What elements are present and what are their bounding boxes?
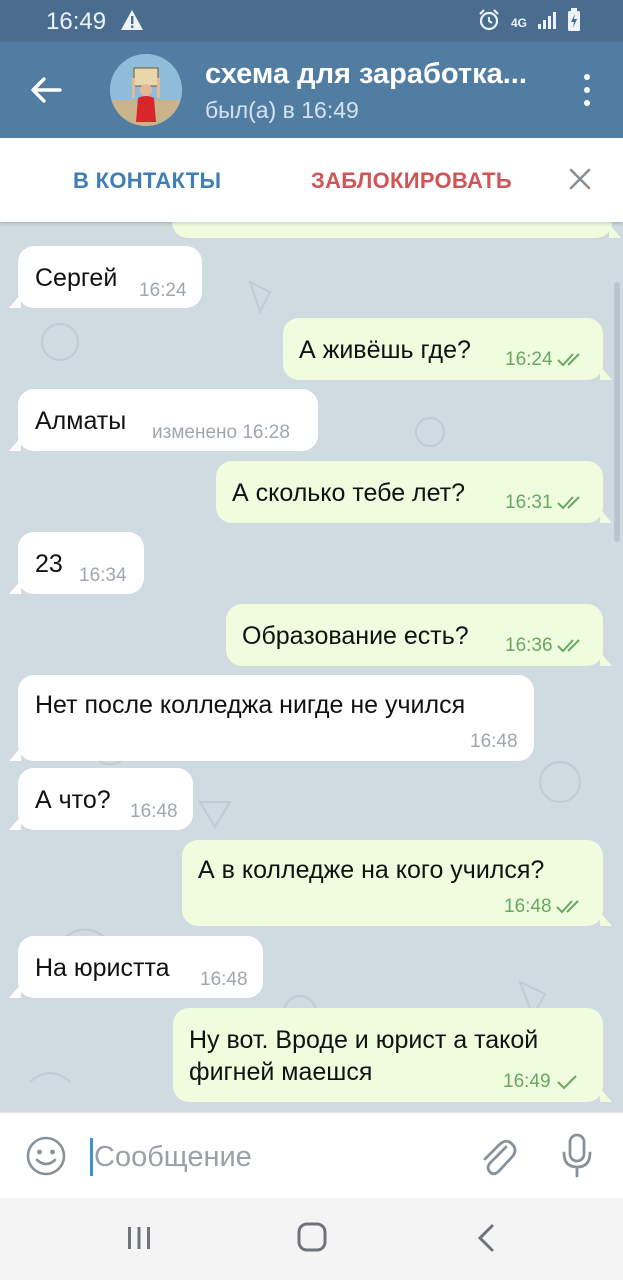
message-time: 16:31 — [505, 492, 587, 514]
message-outgoing[interactable]: А сколько тебе лет? 16:31 — [216, 461, 612, 523]
back-arrow-icon — [31, 77, 62, 103]
chat-title[interactable]: схема для заработка... — [205, 58, 545, 91]
message-text: Алматы — [35, 407, 127, 435]
nav-home-button[interactable] — [296, 1220, 328, 1254]
message-outgoing[interactable]: А живёшь где? 16:24 — [283, 318, 612, 380]
message-text: Сергей — [35, 264, 118, 292]
message-time: 16:36 — [505, 635, 587, 657]
text-cursor — [90, 1138, 93, 1176]
alarm-icon — [477, 8, 501, 37]
last-seen-status: был(а) в 16:49 — [205, 97, 359, 123]
double-check-icon — [556, 496, 580, 510]
single-check-icon — [556, 1075, 577, 1090]
more-vert-icon — [584, 74, 590, 80]
message-text-line-1: Ну вот. Вроде и юрист а такой — [189, 1026, 539, 1054]
block-button[interactable]: ЗАБЛОКИРОВАТЬ — [311, 168, 512, 194]
message-incoming[interactable]: На юристта 16:48 — [9, 936, 263, 998]
contact-action-bar: В КОНТАКТЫ ЗАБЛОКИРОВАТЬ — [0, 138, 623, 222]
message-input[interactable] — [94, 1137, 424, 1177]
nav-back-button[interactable] — [475, 1222, 497, 1254]
message-incoming[interactable]: Нет после колледжа нигде не учился 16:48 — [9, 675, 534, 761]
mic-icon — [562, 1133, 592, 1178]
mic-button[interactable] — [560, 1133, 594, 1179]
message-time: 16:48 — [130, 801, 178, 822]
message-outgoing[interactable]: Ну вот. Вроде и юрист а такой фигней мае… — [173, 1008, 612, 1102]
signal-icon — [537, 10, 557, 35]
message-text: А в колледже на кого учился? — [198, 856, 545, 884]
message-time: 16:24 — [505, 349, 587, 371]
nav-recent-icon — [128, 1227, 150, 1249]
message-time: изменено 16:28 — [152, 422, 290, 443]
message-incoming[interactable]: Сергей 16:24 — [9, 246, 202, 308]
message-outgoing[interactable]: А в колледже на кого учился? 16:48 — [182, 840, 612, 926]
avatar[interactable] — [110, 54, 182, 126]
double-check-icon — [556, 639, 580, 653]
network-type: 4G — [510, 15, 527, 30]
nav-recent-button[interactable] — [125, 1224, 153, 1252]
emoji-icon — [26, 1136, 66, 1176]
message-time: 16:48 — [470, 731, 518, 752]
emoji-button[interactable] — [25, 1135, 67, 1177]
message-time: 16:48 — [504, 896, 586, 918]
attach-button[interactable] — [478, 1135, 518, 1179]
close-icon[interactable] — [565, 164, 595, 194]
status-bar: 16:49 4G — [0, 0, 623, 42]
message-time: 16:49 — [503, 1071, 579, 1093]
scrollbar[interactable] — [614, 282, 620, 542]
more-menu-button[interactable] — [573, 70, 601, 110]
message-text: Нет после колледжа нигде не учился — [35, 691, 466, 719]
message-composer — [0, 1112, 623, 1198]
message-incoming[interactable]: Алматы изменено 16:28 — [9, 389, 318, 451]
system-nav-bar — [0, 1198, 623, 1280]
nav-back-icon — [477, 1224, 494, 1252]
message-outgoing[interactable]: Образование есть? 16:36 — [226, 604, 612, 666]
message-time: 16:34 — [79, 565, 127, 586]
message-text: А живёшь где? — [299, 336, 471, 364]
message-incoming[interactable]: А что? 16:48 — [9, 768, 193, 830]
attach-icon — [483, 1139, 517, 1176]
message-list[interactable]: Сергей 16:24 А живёшь где? 16:24 Алматы … — [0, 222, 623, 1112]
chat-header: схема для заработка... был(а) в 16:49 — [0, 42, 623, 138]
battery-icon — [567, 8, 581, 37]
message-outgoing-partial[interactable] — [172, 222, 621, 238]
nav-home-icon — [297, 1222, 327, 1252]
message-text: А что? — [35, 786, 111, 814]
back-button[interactable] — [24, 68, 68, 112]
add-contact-button[interactable]: В КОНТАКТЫ — [73, 168, 221, 194]
message-text: 23 — [35, 550, 63, 578]
message-text-line-2: фигней маешся — [189, 1058, 373, 1086]
warning-icon — [120, 9, 144, 36]
message-text: Образование есть? — [242, 622, 469, 650]
message-time: 16:24 — [139, 280, 187, 301]
status-icons: 4G — [477, 8, 581, 37]
status-time: 16:49 — [46, 8, 107, 35]
double-check-icon — [556, 353, 580, 367]
message-incoming[interactable]: 23 16:34 — [9, 532, 144, 594]
message-text: А сколько тебе лет? — [232, 479, 466, 507]
message-time: 16:48 — [200, 969, 248, 990]
double-check-icon — [555, 900, 579, 914]
message-text: На юристта — [35, 954, 170, 982]
